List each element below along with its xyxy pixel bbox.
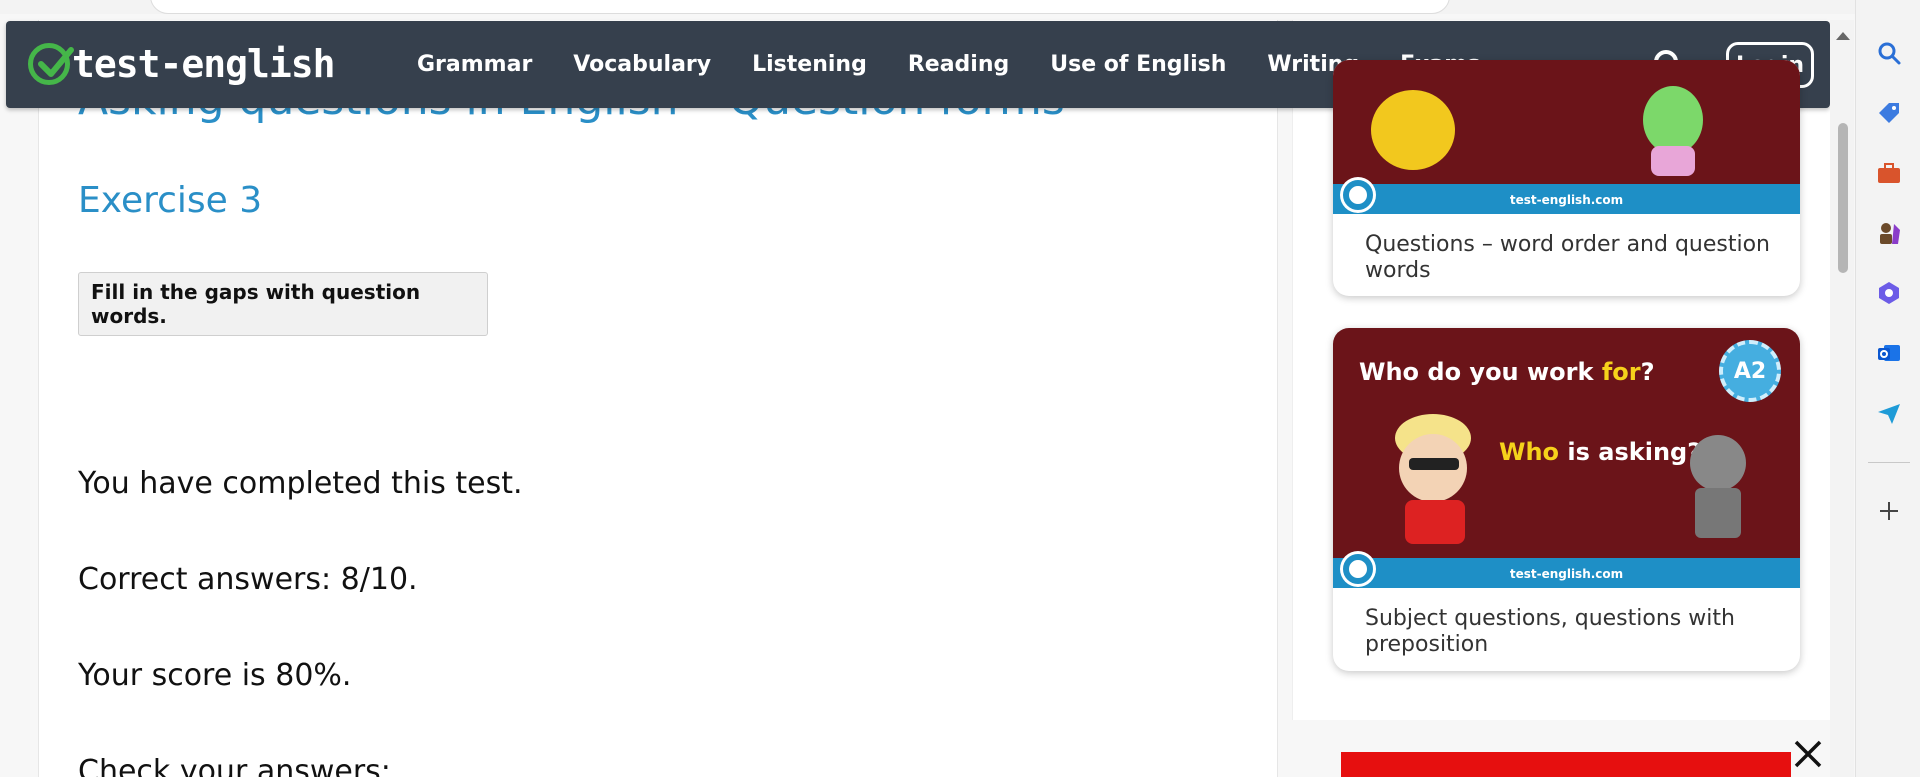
exercise-title: Exercise 3: [78, 180, 263, 221]
card-site-label: test-english.com: [1509, 567, 1624, 581]
nav-use-of-english[interactable]: Use of English: [1050, 52, 1226, 77]
card-site-label: test-english.com: [1509, 193, 1624, 207]
card-caption: Questions – word order and question word…: [1365, 232, 1771, 283]
page-scrollbar[interactable]: [1830, 20, 1854, 777]
card-thumbnail: Who do you work for? Who is asking? A2 t…: [1333, 328, 1800, 588]
score-text: Your score is 80%.: [78, 658, 352, 693]
site-logo[interactable]: test-english: [28, 39, 336, 89]
scroll-thumb[interactable]: [1838, 123, 1848, 273]
browser-viewport: Asking questions in English – Question f…: [0, 0, 1855, 777]
instruction-box: Fill in the gaps with question words.: [78, 272, 488, 336]
scroll-up-arrow-icon[interactable]: [1836, 32, 1850, 40]
browser-sidebar: [1855, 0, 1920, 777]
outlook-icon[interactable]: [1876, 340, 1902, 366]
nav-grammar[interactable]: Grammar: [417, 52, 532, 77]
address-bar[interactable]: [150, 0, 1450, 14]
search-icon[interactable]: [1876, 40, 1902, 66]
related-card-word-order[interactable]: test-english.com Questions – word order …: [1333, 60, 1800, 296]
check-icon: [28, 43, 74, 85]
briefcase-icon[interactable]: [1876, 160, 1902, 186]
card-caption: Subject questions, questions with prepos…: [1365, 606, 1735, 657]
related-card-subject-questions[interactable]: Who do you work for? Who is asking? A2 t…: [1333, 328, 1800, 671]
instruction-text: Fill in the gaps with question words.: [91, 280, 421, 328]
browser-chrome: [0, 0, 1855, 14]
sidebar-divider: [1868, 462, 1910, 463]
chess-icon[interactable]: [1876, 220, 1902, 246]
completion-message: You have completed this test.: [78, 466, 523, 501]
copilot-icon[interactable]: [1876, 280, 1902, 306]
check-answers-heading: Check your answers:: [78, 754, 391, 777]
nav-listening[interactable]: Listening: [752, 52, 867, 77]
nav-vocabulary[interactable]: Vocabulary: [573, 52, 711, 77]
tag-icon[interactable]: [1876, 100, 1902, 126]
plus-icon[interactable]: [1876, 498, 1902, 524]
nav-reading[interactable]: Reading: [908, 52, 1009, 77]
correct-answers: Correct answers: 8/10.: [78, 562, 418, 597]
send-icon[interactable]: [1876, 400, 1902, 426]
close-icon[interactable]: [1792, 738, 1824, 770]
logo-text: test-english: [72, 42, 336, 86]
card-thumbnail: test-english.com: [1333, 60, 1800, 214]
ad-banner[interactable]: [1341, 752, 1791, 777]
